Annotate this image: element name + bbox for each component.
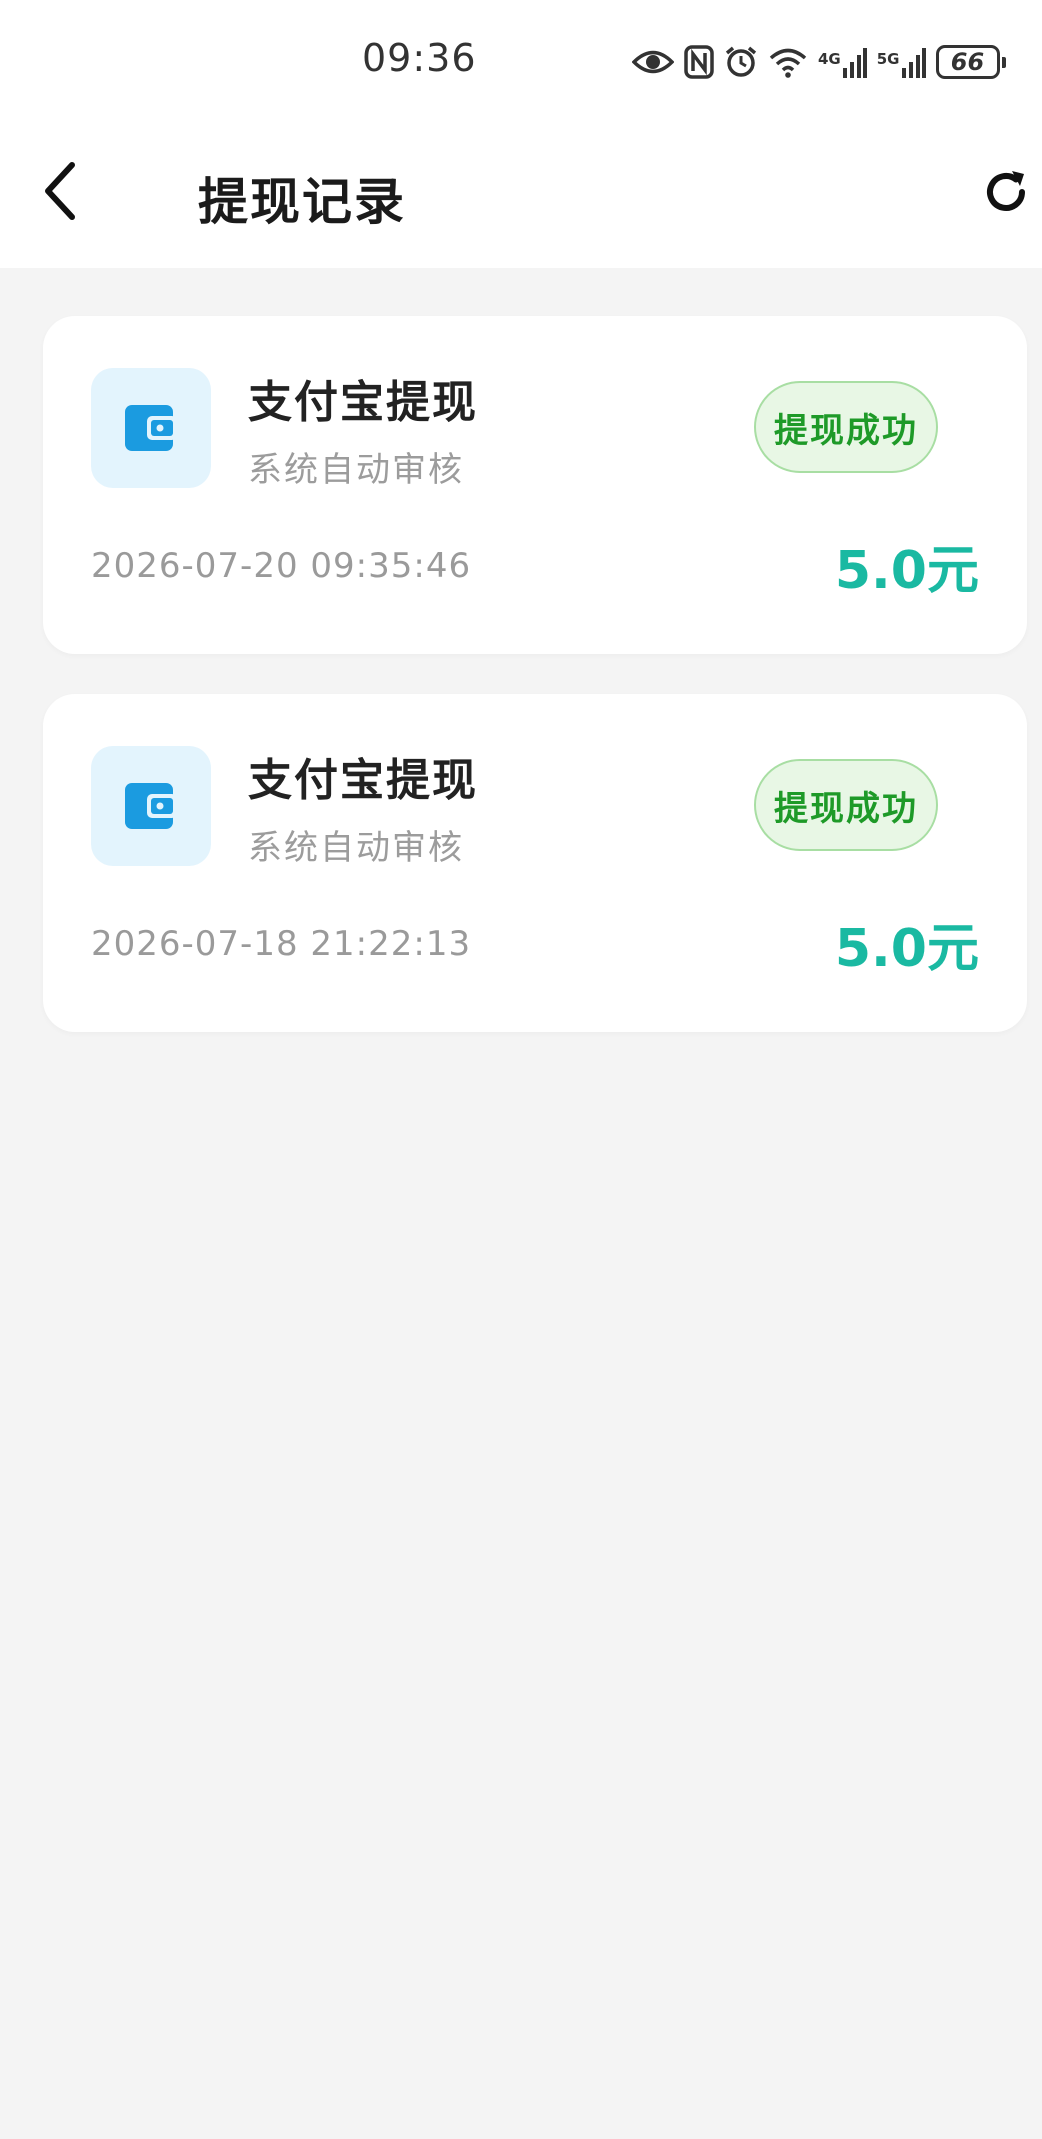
withdraw-record-card[interactable]: 支付宝提现 系统自动审核 提现成功 2026-07-18 21:22:13 5.… [43, 694, 1027, 1032]
top-area: 09:36 4G 5G 66 提现记录 [0, 0, 1042, 268]
chevron-left-icon [45, 162, 75, 220]
signal-4g-icon: 4G [818, 46, 867, 78]
status-time: 09:36 [362, 36, 477, 80]
record-amount: 5.0元 [834, 919, 979, 979]
record-title: 支付宝提现 [248, 377, 478, 428]
status-badge: 提现成功 [754, 759, 938, 851]
battery-icon: 66 [935, 45, 1006, 79]
withdraw-record-list: 支付宝提现 系统自动审核 提现成功 2026-07-20 09:35:46 5.… [43, 316, 1027, 1072]
alarm-icon [724, 45, 758, 79]
record-title: 支付宝提现 [248, 755, 478, 806]
wifi-icon [768, 46, 808, 78]
app-bar: 提现记录 [0, 120, 1042, 268]
back-button[interactable] [30, 156, 90, 226]
signal-4g-label: 4G [818, 50, 841, 68]
refresh-button[interactable] [978, 160, 1034, 224]
status-icons: 4G 5G 66 [632, 40, 1006, 84]
record-amount: 5.0元 [834, 541, 979, 601]
signal-5g-icon: 5G [877, 46, 926, 78]
record-time: 2026-07-20 09:35:46 [91, 546, 472, 586]
nfc-icon [684, 45, 714, 79]
status-bar: 09:36 4G 5G 66 [0, 0, 1042, 120]
page-title: 提现记录 [198, 173, 406, 231]
wallet-icon [91, 368, 211, 488]
refresh-icon [987, 171, 1025, 211]
eye-icon [632, 47, 674, 77]
record-subtitle: 系统自动审核 [248, 450, 464, 490]
record-time: 2026-07-18 21:22:13 [91, 924, 472, 964]
battery-level: 66 [950, 48, 985, 76]
signal-5g-label: 5G [876, 50, 900, 68]
wallet-icon [91, 746, 211, 866]
withdraw-record-card[interactable]: 支付宝提现 系统自动审核 提现成功 2026-07-20 09:35:46 5.… [43, 316, 1027, 654]
record-subtitle: 系统自动审核 [248, 828, 464, 868]
status-badge: 提现成功 [754, 381, 938, 473]
